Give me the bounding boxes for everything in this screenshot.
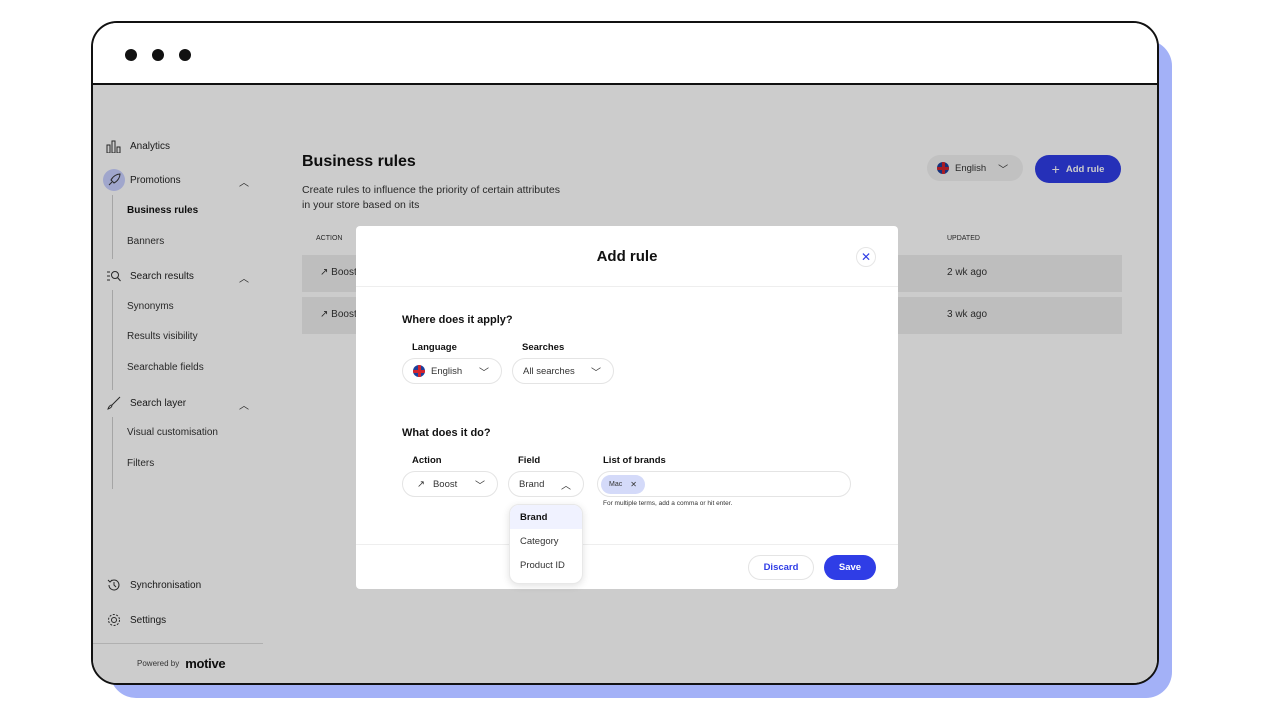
section-title-where: Where does it apply? [402,314,513,326]
searches-value: All searches [523,365,575,377]
action-select[interactable]: ↗ Boost ﹀ [402,471,498,497]
field-value: Brand [519,478,545,490]
language-field-label: Language [412,342,457,353]
action-field-label: Action [412,455,442,466]
language-value: English [431,365,463,377]
field-select[interactable]: Brand ︿ [508,471,584,497]
field-field-label: Field [518,455,541,466]
language-select[interactable]: English ﹀ [402,358,502,384]
field-dropdown-menu: Brand Category Product ID [509,504,583,584]
remove-chip-icon[interactable]: ✕ [630,480,637,489]
window-dot-icon [179,49,191,61]
chevron-up-icon: ︿ [561,480,571,492]
brands-tag-input[interactable]: Mac ✕ [597,471,851,497]
close-icon[interactable]: ✕ [856,247,876,267]
brand-chip: Mac ✕ [601,475,645,494]
app-body: Analytics Promotions ︿ Business rules Ba… [93,85,1157,683]
brand-chip-label: Mac [609,481,623,488]
discard-button[interactable]: Discard [748,555,814,580]
searches-field-label: Searches [522,342,565,353]
window-dot-icon [152,49,164,61]
brands-helper-text: For multiple terms, add a comma or hit e… [603,500,733,507]
add-rule-modal: Add rule ✕ Where does it apply? Language… [356,226,898,589]
modal-footer: Discard Save [356,544,898,589]
chevron-down-icon: ﹀ [479,367,489,379]
field-option-brand[interactable]: Brand [510,505,582,529]
modal-header: Add rule ✕ [356,226,898,287]
window-dot-icon [125,49,137,61]
brands-field-label: List of brands [603,455,666,466]
field-option-category[interactable]: Category [510,529,582,553]
field-option-product-id[interactable]: Product ID [510,553,582,577]
uk-flag-icon [413,365,425,377]
section-title-what: What does it do? [402,427,491,439]
chevron-down-icon: ﹀ [591,367,601,379]
searches-select[interactable]: All searches ﹀ [512,358,614,384]
action-value: Boost [432,478,458,490]
browser-window: Analytics Promotions ︿ Business rules Ba… [91,21,1159,685]
modal-title: Add rule [596,248,658,265]
window-titlebar [93,23,1157,85]
trend-up-icon: ↗ [417,478,425,490]
chevron-down-icon: ﹀ [475,480,485,492]
save-button[interactable]: Save [824,555,876,580]
